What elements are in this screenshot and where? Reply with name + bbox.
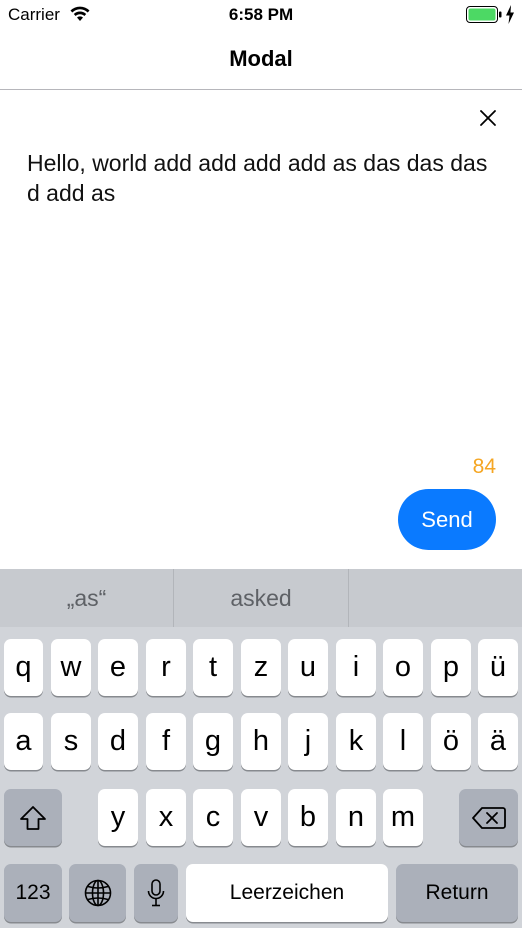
key[interactable]: i bbox=[336, 639, 376, 696]
key[interactable]: q bbox=[4, 639, 43, 696]
key[interactable]: z bbox=[241, 639, 281, 696]
return-key[interactable]: Return bbox=[396, 864, 518, 922]
key[interactable]: p bbox=[431, 639, 471, 696]
key[interactable]: c bbox=[193, 789, 233, 846]
key[interactable]: k bbox=[336, 713, 376, 770]
key[interactable]: x bbox=[146, 789, 186, 846]
key[interactable]: u bbox=[288, 639, 328, 696]
message-text-area[interactable]: Hello, world add add add add as das das … bbox=[27, 148, 497, 208]
key[interactable]: v bbox=[241, 789, 281, 846]
key[interactable]: b bbox=[288, 789, 328, 846]
close-icon[interactable] bbox=[474, 104, 502, 132]
globe-icon bbox=[84, 879, 111, 907]
shift-icon bbox=[20, 805, 46, 830]
suggestion-bar: „as“ asked bbox=[0, 569, 522, 627]
key[interactable]: j bbox=[288, 713, 328, 770]
keyboard: „as“ asked q w e r t z u i o p ü a s d f… bbox=[0, 569, 522, 928]
key[interactable]: m bbox=[383, 789, 423, 846]
key[interactable]: t bbox=[193, 639, 233, 696]
key[interactable]: o bbox=[383, 639, 423, 696]
key[interactable]: d bbox=[98, 713, 138, 770]
key[interactable]: f bbox=[146, 713, 186, 770]
key[interactable]: ö bbox=[431, 713, 471, 770]
suggestion-item[interactable]: „as“ bbox=[0, 569, 173, 627]
remaining-characters-counter: 84 bbox=[472, 455, 496, 478]
clock: 6:58 PM bbox=[228, 5, 294, 24]
page-title: Modal bbox=[229, 46, 293, 71]
shift-key[interactable] bbox=[4, 789, 62, 846]
key[interactable]: g bbox=[193, 713, 233, 770]
microphone-key[interactable] bbox=[134, 864, 178, 922]
key[interactable]: y bbox=[98, 789, 138, 846]
backspace-key[interactable] bbox=[459, 789, 518, 846]
backspace-icon bbox=[471, 806, 506, 829]
microphone-icon bbox=[147, 879, 165, 907]
key[interactable]: s bbox=[51, 713, 91, 770]
globe-key[interactable] bbox=[69, 864, 126, 922]
key[interactable]: n bbox=[336, 789, 376, 846]
key[interactable]: ü bbox=[478, 639, 518, 696]
battery-icon bbox=[466, 6, 502, 23]
charging-bolt-icon bbox=[506, 5, 514, 24]
suggestion-item[interactable]: asked bbox=[174, 569, 348, 627]
numbers-key[interactable]: 123 bbox=[4, 864, 62, 922]
key[interactable]: h bbox=[241, 713, 281, 770]
key[interactable]: r bbox=[146, 639, 186, 696]
key[interactable]: a bbox=[4, 713, 43, 770]
navigation-bar: Modal bbox=[0, 30, 522, 90]
key[interactable]: ä bbox=[478, 713, 518, 770]
key[interactable]: w bbox=[51, 639, 91, 696]
send-button[interactable]: Send bbox=[398, 489, 496, 550]
key[interactable]: l bbox=[383, 713, 423, 770]
suggestion-item[interactable] bbox=[349, 569, 522, 627]
key[interactable]: e bbox=[98, 639, 138, 696]
status-bar: Carrier 6:58 PM bbox=[0, 0, 522, 30]
space-key[interactable]: Leerzeichen bbox=[186, 864, 388, 922]
